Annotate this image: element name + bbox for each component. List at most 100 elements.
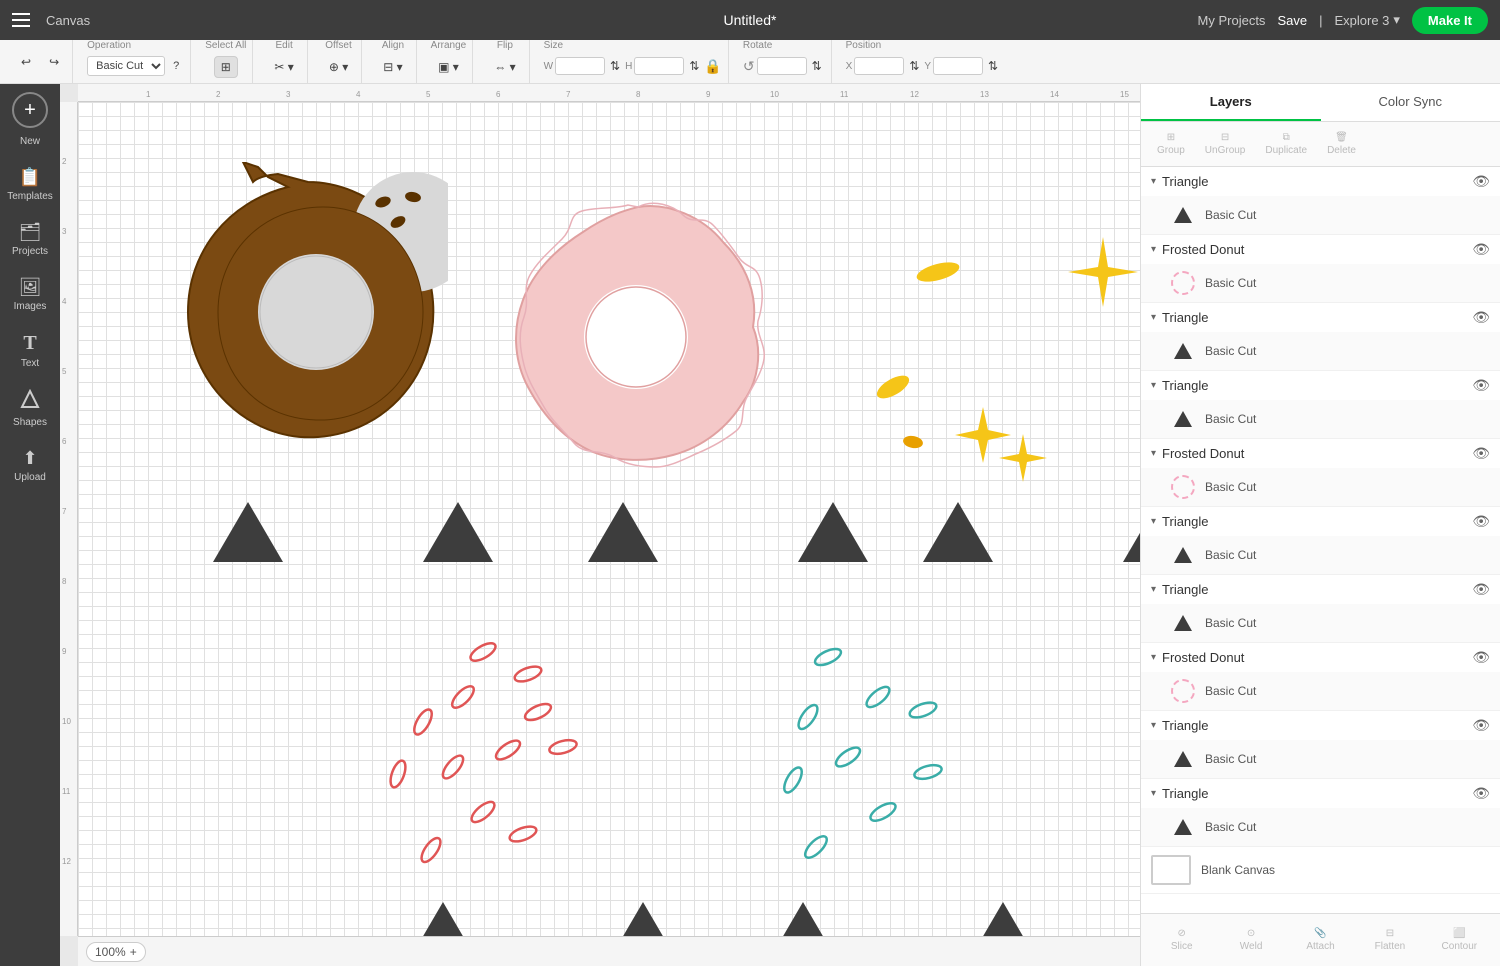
sidebar-item-projects[interactable]: 🗂 Projects	[4, 214, 56, 265]
visibility-toggle-8[interactable]: 👁	[1472, 649, 1490, 666]
red-sprinkles	[363, 602, 723, 887]
pink-frosted-donut[interactable]	[508, 197, 768, 477]
bottom-bar: 100% +	[78, 936, 1140, 966]
w-stepper[interactable]: ⇅	[607, 56, 623, 76]
select-all-button[interactable]: ⊞	[214, 56, 238, 78]
make-it-button[interactable]: Make It	[1412, 7, 1488, 34]
chevron-icon: ▾	[1151, 448, 1156, 459]
layer-header-triangle-3[interactable]: ▾ Triangle 👁	[1141, 371, 1500, 400]
duplicate-button[interactable]: ⧉ Duplicate	[1257, 128, 1315, 160]
rotate-stepper[interactable]: ⇅	[809, 56, 825, 76]
blank-canvas-label: Blank Canvas	[1201, 863, 1275, 877]
layer-header-triangle-7[interactable]: ▾ Triangle 👁	[1141, 779, 1500, 808]
visibility-toggle-5[interactable]: 👁	[1472, 445, 1490, 462]
sidebar-item-templates[interactable]: 📋 Templates	[4, 159, 56, 210]
tab-layers[interactable]: Layers	[1141, 84, 1321, 121]
chevron-icon: ▾	[1151, 244, 1156, 255]
save-button[interactable]: Save	[1277, 13, 1307, 28]
layer-header-frosted-2[interactable]: ▾ Frosted Donut 👁	[1141, 439, 1500, 468]
chevron-icon: ▾	[1151, 380, 1156, 391]
x-stepper[interactable]: ⇅	[906, 56, 922, 76]
layer-name-5: Frosted Donut	[1162, 446, 1466, 461]
operation-select[interactable]: Basic Cut	[87, 56, 165, 76]
templates-icon: 📋	[19, 167, 41, 188]
flip-button[interactable]: ⇔ ▾	[487, 56, 522, 78]
zoom-control[interactable]: 100% +	[86, 942, 146, 962]
sidebar-item-text[interactable]: T Text	[4, 324, 56, 377]
layer-item-6[interactable]: Basic Cut	[1141, 536, 1500, 574]
delete-button[interactable]: 🗑 Delete	[1319, 128, 1364, 160]
canvas-content[interactable]	[78, 102, 1140, 936]
chevron-icon: ▾	[1151, 176, 1156, 187]
slice-button[interactable]: ⊘ Slice	[1149, 922, 1214, 958]
visibility-toggle-6[interactable]: 👁	[1472, 513, 1490, 530]
layer-header-triangle-2[interactable]: ▾ Triangle 👁	[1141, 303, 1500, 332]
weld-button[interactable]: ⊙ Weld	[1218, 922, 1283, 958]
layer-item-8[interactable]: Basic Cut	[1141, 672, 1500, 710]
edit-button[interactable]: ✂ ▾	[267, 56, 300, 78]
redo-button[interactable]: ↪	[42, 51, 66, 73]
layer-item-7[interactable]: Basic Cut	[1141, 604, 1500, 642]
zoom-level: 100%	[95, 945, 126, 959]
sidebar-item-shapes[interactable]: Shapes	[4, 381, 56, 436]
layer-header-triangle-6[interactable]: ▾ Triangle 👁	[1141, 711, 1500, 740]
rotate-input[interactable]	[757, 57, 807, 75]
offset-button[interactable]: ⊕ ▾	[322, 56, 355, 78]
align-button[interactable]: ⊟ ▾	[376, 56, 409, 78]
visibility-toggle-1[interactable]: 👁	[1472, 173, 1490, 190]
layer-header-frosted-1[interactable]: ▾ Frosted Donut 👁	[1141, 235, 1500, 264]
projects-label: Projects	[12, 246, 48, 257]
layer-header-triangle-5[interactable]: ▾ Triangle 👁	[1141, 575, 1500, 604]
layer-item-3[interactable]: Basic Cut	[1141, 332, 1500, 370]
tab-color-sync[interactable]: Color Sync	[1321, 84, 1500, 121]
y-input[interactable]	[933, 57, 983, 75]
arrange-button[interactable]: ▣ ▾	[431, 56, 466, 78]
x-input[interactable]	[854, 57, 904, 75]
sidebar-item-upload[interactable]: ⬆ Upload	[4, 440, 56, 491]
brown-sprinkles	[358, 182, 438, 247]
visibility-toggle-9[interactable]: 👁	[1472, 717, 1490, 734]
width-input[interactable]	[555, 57, 605, 75]
visibility-toggle-3[interactable]: 👁	[1472, 309, 1490, 326]
topbar: Canvas Untitled* My Projects Save | Expl…	[0, 0, 1500, 40]
chevron-icon: ▾	[1151, 312, 1156, 323]
layer-header-triangle-4[interactable]: ▾ Triangle 👁	[1141, 507, 1500, 536]
undo-button[interactable]: ↩	[14, 51, 38, 73]
new-button[interactable]: +	[12, 92, 48, 128]
visibility-toggle-4[interactable]: 👁	[1472, 377, 1490, 394]
height-input[interactable]	[634, 57, 684, 75]
layer-name-4: Triangle	[1162, 378, 1466, 393]
group-button[interactable]: ⊞ Group	[1149, 128, 1193, 160]
h-stepper[interactable]: ⇅	[686, 56, 702, 76]
y-stepper[interactable]: ⇅	[985, 56, 1001, 76]
ungroup-button[interactable]: ⊟ UnGroup	[1197, 128, 1254, 160]
layer-header-frosted-3[interactable]: ▾ Frosted Donut 👁	[1141, 643, 1500, 672]
layer-header-triangle-1[interactable]: ▾ Triangle 👁	[1141, 167, 1500, 196]
operation-help[interactable]: ?	[168, 58, 184, 74]
menu-button[interactable]	[12, 13, 30, 27]
my-projects-link[interactable]: My Projects	[1198, 13, 1266, 28]
layer-thumb-6	[1169, 541, 1197, 569]
layer-item-9[interactable]: Basic Cut	[1141, 740, 1500, 778]
sparkle-stars-top	[838, 212, 1140, 497]
explore-button[interactable]: Explore 3 ▾	[1334, 12, 1399, 28]
canvas-area[interactable]: 1 2 3 4 5 6 7 8 9 10 11 12 13 14 15 2 3 …	[60, 84, 1140, 966]
visibility-toggle-10[interactable]: 👁	[1472, 785, 1490, 802]
ungroup-icon: ⊟	[1221, 132, 1229, 143]
triangle-row-2	[328, 892, 1128, 936]
attach-button[interactable]: 📎 Attach	[1288, 922, 1353, 958]
visibility-toggle-2[interactable]: 👁	[1472, 241, 1490, 258]
canvas-viewport[interactable]	[78, 102, 1140, 936]
visibility-toggle-7[interactable]: 👁	[1472, 581, 1490, 598]
align-label: Align	[382, 40, 404, 51]
contour-icon: ⬜	[1453, 928, 1465, 939]
layer-item-5[interactable]: Basic Cut	[1141, 468, 1500, 506]
sidebar-item-images[interactable]: 🖼 Images	[4, 269, 56, 320]
contour-button[interactable]: ⬜ Contour	[1427, 922, 1492, 958]
layer-item-4[interactable]: Basic Cut	[1141, 400, 1500, 438]
flatten-button[interactable]: ⊟ Flatten	[1357, 922, 1422, 958]
layer-item-1[interactable]: Basic Cut	[1141, 196, 1500, 234]
layer-item-2[interactable]: Basic Cut	[1141, 264, 1500, 302]
layer-item-10[interactable]: Basic Cut	[1141, 808, 1500, 846]
app-name: Canvas	[46, 13, 90, 28]
